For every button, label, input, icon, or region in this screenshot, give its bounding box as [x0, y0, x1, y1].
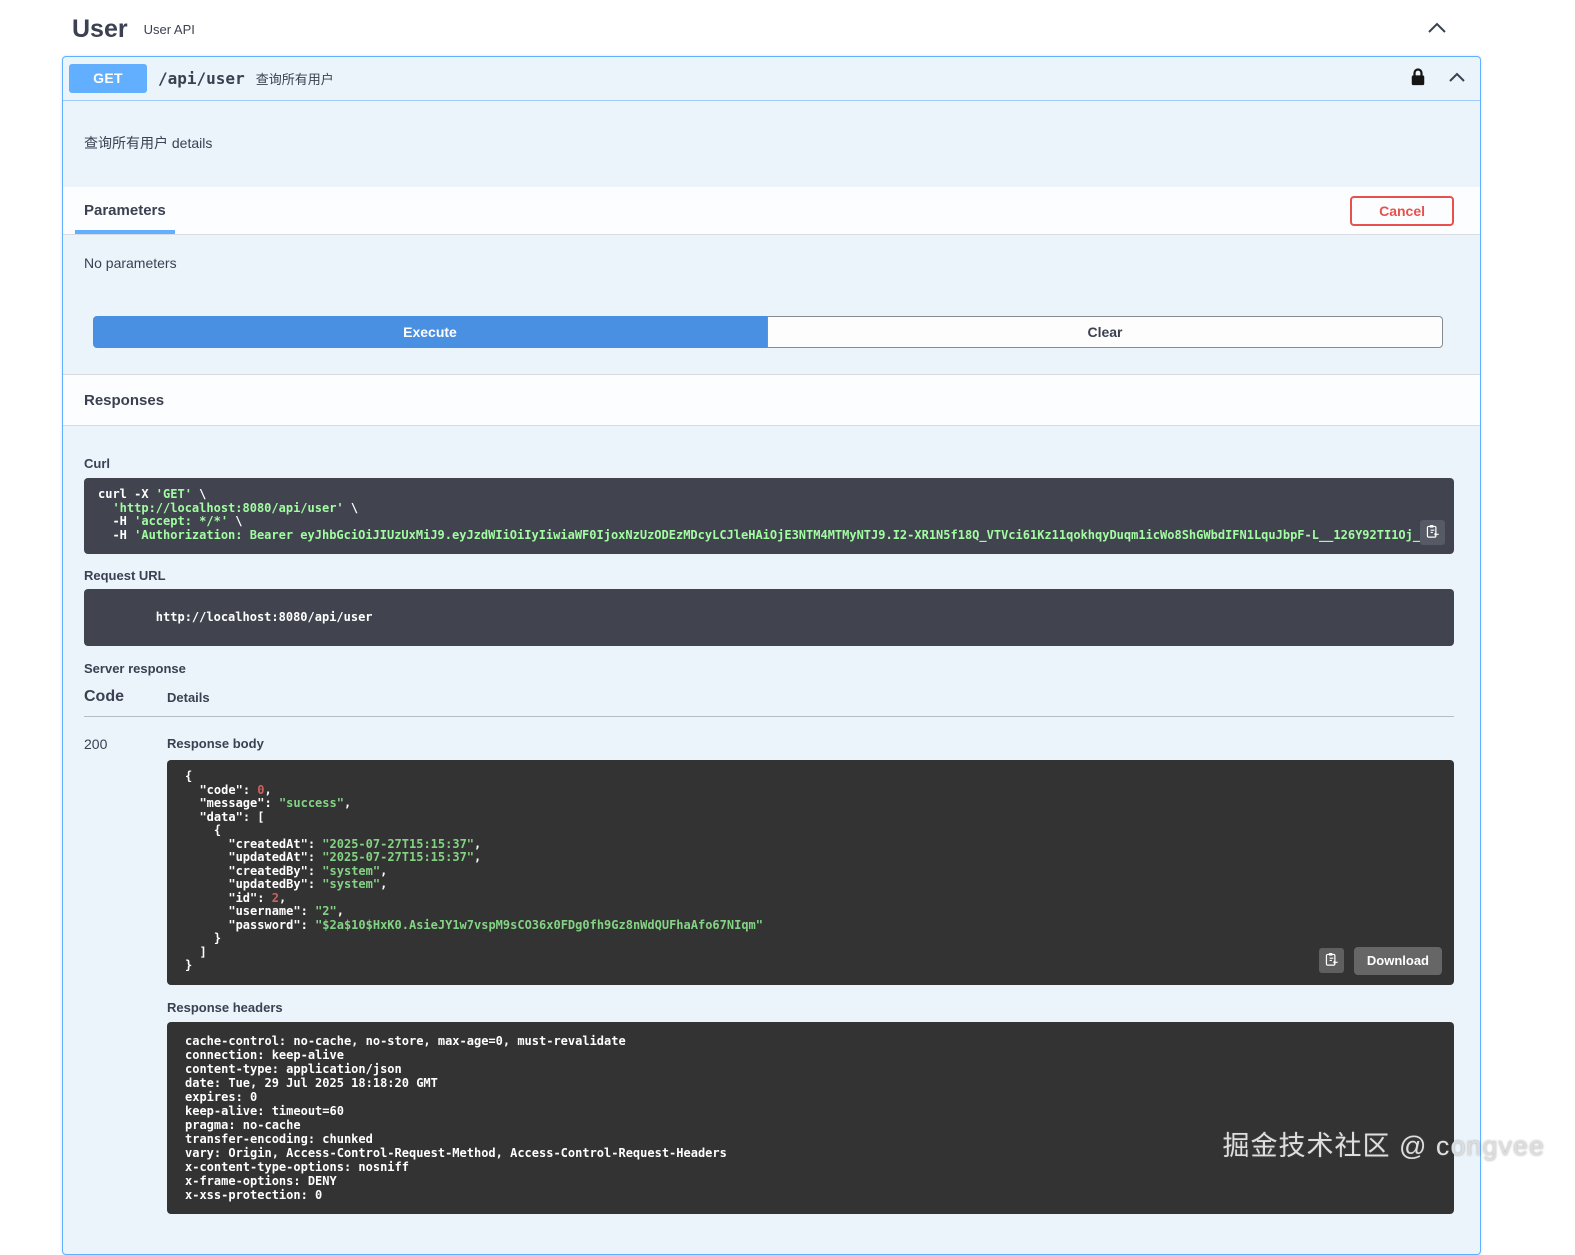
- page-title[interactable]: User: [72, 15, 128, 44]
- server-response-label: Server response: [84, 661, 186, 676]
- no-parameters-text: No parameters: [84, 255, 177, 271]
- operation-description: 查询所有用户 details: [84, 135, 213, 151]
- code-column-header: Code: [84, 688, 124, 705]
- details-column-header: Details: [167, 690, 210, 705]
- response-headers-box: cache-control: no-cache, no-store, max-a…: [167, 1021, 1454, 1214]
- chevron-up-icon: [1448, 71, 1466, 86]
- responses-title: Responses: [84, 391, 165, 409]
- response-table-header: Code Details: [84, 688, 1454, 717]
- response-body-box[interactable]: { "code": 0, "message": "success", "data…: [167, 760, 1454, 985]
- http-method-badge: GET: [69, 64, 147, 93]
- request-url-label: Request URL: [84, 568, 166, 583]
- request-url-value: http://localhost:8080/api/user: [155, 610, 373, 624]
- lock-icon: [1411, 68, 1425, 89]
- endpoint-path[interactable]: /api/user: [158, 69, 245, 88]
- responses-section: Curl curl -X 'GET' \ 'http://localhost:8…: [63, 426, 1480, 1254]
- response-row-200: 200 Response body { "code": 0, "message"…: [84, 717, 1454, 1214]
- collapse-section-button[interactable]: [1426, 20, 1448, 38]
- response-details-cell: Response body { "code": 0, "message": "s…: [167, 732, 1454, 1214]
- clipboard-copy-icon: [1324, 952, 1339, 970]
- execute-button[interactable]: Execute: [93, 316, 767, 348]
- response-headers-label: Response headers: [167, 999, 283, 1015]
- response-body-actions: Download: [1318, 946, 1442, 975]
- opblock-get-api-user: GET /api/user 查询所有用户 查询所有用户 details Para…: [62, 56, 1481, 1255]
- curl-label: Curl: [84, 456, 110, 471]
- tag-section-header: User User API: [0, 0, 1575, 56]
- curl-command-text: curl -X 'GET' \ 'http://localhost:8080/a…: [98, 488, 1440, 542]
- cancel-button[interactable]: Cancel: [1350, 195, 1454, 226]
- tag-description: User API: [143, 21, 195, 37]
- authorize-button[interactable]: [1411, 68, 1425, 89]
- clipboard-copy-icon: [1425, 524, 1440, 542]
- collapse-operation-button[interactable]: [1448, 71, 1466, 86]
- response-body-json: { "code": 0, "message": "success", "data…: [185, 769, 763, 972]
- responses-header-row: Responses: [63, 374, 1480, 426]
- clear-button[interactable]: Clear: [767, 316, 1443, 348]
- endpoint-summary: 查询所有用户: [255, 72, 334, 87]
- copy-curl-button[interactable]: [1420, 520, 1445, 545]
- operation-summary-row[interactable]: GET /api/user 查询所有用户: [63, 57, 1480, 101]
- curl-command-box[interactable]: curl -X 'GET' \ 'http://localhost:8080/a…: [84, 478, 1454, 554]
- response-headers-text: cache-control: no-cache, no-store, max-a…: [185, 1033, 727, 1202]
- request-url-box: http://localhost:8080/api/user: [84, 589, 1454, 646]
- chevron-up-icon: [1426, 20, 1448, 38]
- status-code: 200: [84, 736, 108, 752]
- parameters-body: No parameters: [63, 235, 1480, 271]
- opblock-body: 查询所有用户 details Parameters Cancel No para…: [63, 101, 1480, 1254]
- execute-wrapper: Execute Clear: [93, 316, 1443, 374]
- download-button[interactable]: Download: [1353, 946, 1442, 975]
- copy-response-button[interactable]: [1318, 948, 1344, 973]
- tab-parameters[interactable]: Parameters: [75, 202, 175, 234]
- response-body-label: Response body: [167, 736, 264, 751]
- parameters-header-row: Parameters Cancel: [63, 187, 1480, 235]
